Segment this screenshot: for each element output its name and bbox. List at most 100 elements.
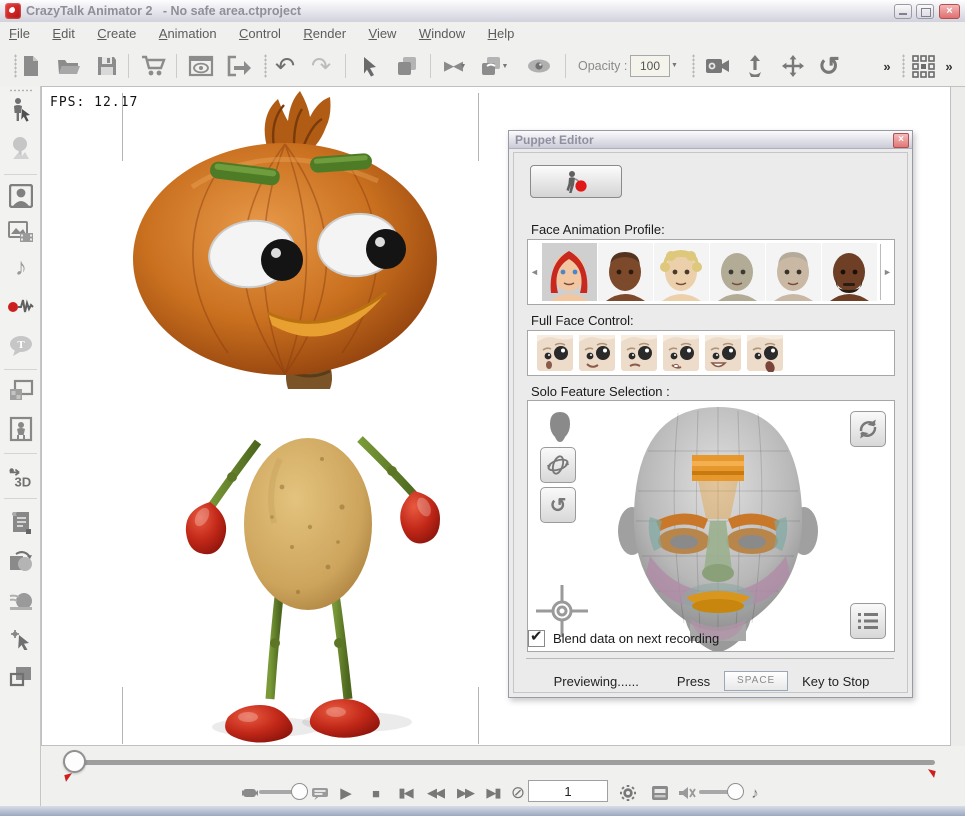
menu-render[interactable]: Render — [294, 22, 355, 41]
frame-number-input[interactable]: 1 — [528, 780, 608, 802]
mute-button[interactable] — [675, 782, 699, 804]
preview-button[interactable] — [186, 52, 216, 80]
face-profile-avatar[interactable] — [542, 243, 597, 301]
move-tool-button[interactable] — [778, 52, 808, 80]
opacity-value[interactable]: 100 — [630, 55, 670, 77]
sidebar-grip[interactable] — [9, 89, 33, 92]
face-profile-avatar[interactable] — [654, 243, 709, 301]
menu-window[interactable]: Window — [410, 22, 474, 41]
sidebar-text-tool[interactable]: T — [7, 332, 35, 360]
sidebar-composer-tool[interactable] — [7, 415, 35, 443]
undo-button[interactable]: ↶ — [270, 52, 300, 80]
visibility-button[interactable] — [524, 52, 554, 80]
full-face-thumb-pout[interactable] — [536, 334, 574, 372]
menu-view[interactable]: View — [360, 22, 406, 41]
sidebar-script-tool[interactable] — [7, 509, 35, 537]
speed-slider-handle[interactable] — [291, 783, 308, 800]
face-profile-avatar[interactable] — [822, 243, 877, 301]
profile-scroll-right-icon[interactable]: ► — [881, 267, 894, 277]
fast-forward-button[interactable]: ▶▶ — [451, 782, 479, 804]
face-profile-avatar[interactable] — [710, 243, 765, 301]
timeline-handle[interactable] — [63, 750, 86, 773]
puppet-editor-close-icon[interactable]: × — [893, 133, 909, 148]
sidebar-head-tool[interactable] — [7, 182, 35, 210]
timeline-track[interactable] — [77, 760, 935, 765]
duplicate-button[interactable] — [392, 52, 422, 80]
maximize-button[interactable] — [916, 4, 934, 19]
export-button[interactable] — [224, 52, 254, 80]
settings-button[interactable] — [615, 782, 641, 804]
profile-scroll-left-icon[interactable]: ◄ — [528, 267, 541, 277]
opacity-label: Opacity : — [578, 59, 627, 73]
menu-animation[interactable]: Animation — [150, 22, 226, 41]
menu-help[interactable]: Help — [479, 22, 524, 41]
sidebar-physics-tool[interactable] — [7, 586, 35, 614]
mirror-dropdown[interactable]: ▼ — [458, 52, 468, 80]
face-profile-avatar[interactable] — [766, 243, 821, 301]
status-strip — [0, 806, 965, 816]
full-face-thumb-sad[interactable] — [662, 334, 700, 372]
puppet-record-button[interactable] — [530, 165, 622, 198]
content-store-button[interactable] — [138, 52, 168, 80]
previewing-text: Previewing...... — [554, 674, 639, 689]
window-title: CrazyTalk Animator 2 - No safe area.ctpr… — [26, 0, 301, 22]
range-end-marker[interactable] — [926, 769, 935, 778]
record-waveform-icon — [7, 295, 35, 319]
puppet-editor-body: Face Animation Profile: ◄ — [513, 152, 908, 693]
render-frame-button[interactable] — [647, 782, 673, 804]
stop-button[interactable]: ■ — [363, 782, 389, 804]
toolbar-overflow-1[interactable]: » — [878, 52, 896, 80]
puppet-editor-title[interactable]: Puppet Editor — [509, 131, 912, 149]
full-face-thumb-grin[interactable] — [704, 334, 742, 372]
face-3d-model[interactable] — [598, 401, 838, 652]
link-dropdown[interactable]: ▼ — [500, 52, 510, 80]
feature-list-button[interactable] — [850, 603, 886, 639]
rotate-tool-button[interactable]: ↺ — [814, 52, 844, 80]
layout-grid-button[interactable] — [908, 52, 938, 80]
face-profile-avatar[interactable] — [598, 243, 653, 301]
save-project-button[interactable] — [92, 52, 122, 80]
sidebar-scene-tool[interactable] — [7, 377, 35, 405]
solo-feature-box[interactable]: ↺ — [527, 400, 895, 652]
sidebar-3d-tool[interactable]: 3D — [7, 464, 35, 492]
sidebar-voice-record-tool[interactable] — [7, 293, 35, 321]
full-face-thumb-open[interactable] — [746, 334, 784, 372]
menu-edit[interactable]: Edit — [43, 22, 83, 41]
opacity-dropdown[interactable]: ▼ — [671, 62, 678, 69]
redo-button[interactable]: ↷ — [306, 52, 336, 80]
go-to-end-button[interactable]: ▶▮ — [479, 782, 507, 804]
range-start-marker[interactable] — [64, 773, 73, 782]
full-face-thumb-smile[interactable] — [578, 334, 616, 372]
elevate-tool-button[interactable] — [740, 52, 770, 80]
orbit-3d-button[interactable] — [540, 447, 576, 483]
new-project-button[interactable] — [16, 52, 46, 80]
menu-create[interactable]: Create — [88, 22, 145, 41]
menu-control[interactable]: Control — [230, 22, 290, 41]
close-button[interactable]: × — [939, 4, 960, 19]
full-face-strip — [527, 330, 895, 376]
open-project-button[interactable] — [54, 52, 84, 80]
sidebar-pick-tool[interactable] — [7, 624, 35, 652]
sidebar-media-tool[interactable] — [7, 218, 35, 246]
select-tool-button[interactable] — [354, 52, 384, 80]
minimize-button[interactable] — [894, 4, 912, 19]
svg-text:T: T — [17, 339, 25, 351]
volume-slider-handle[interactable] — [727, 783, 744, 800]
sidebar-transform-tool[interactable] — [7, 548, 35, 576]
sidebar-prop-tool[interactable] — [7, 134, 35, 162]
sidebar-layer-tool[interactable] — [7, 662, 35, 690]
sidebar-audio-tool[interactable]: ♪ — [7, 254, 35, 282]
caption-button[interactable] — [309, 782, 331, 804]
refresh-view-button[interactable] — [850, 411, 886, 447]
speed-min-button[interactable] — [239, 782, 261, 804]
sidebar-actor-select-tool[interactable] — [7, 96, 35, 124]
menu-file[interactable]: File — [0, 22, 39, 41]
play-button[interactable]: ▶ — [333, 782, 359, 804]
blend-data-checkbox[interactable]: ✔ — [528, 630, 545, 647]
go-to-start-button[interactable]: ▮◀ — [391, 782, 419, 804]
camera-view-button[interactable] — [702, 52, 732, 80]
reset-rotation-button[interactable]: ↺ — [540, 487, 576, 523]
rewind-button[interactable]: ◀◀ — [421, 782, 449, 804]
full-face-thumb-frown[interactable] — [620, 334, 658, 372]
toolbar-overflow-2[interactable]: » — [940, 52, 958, 80]
